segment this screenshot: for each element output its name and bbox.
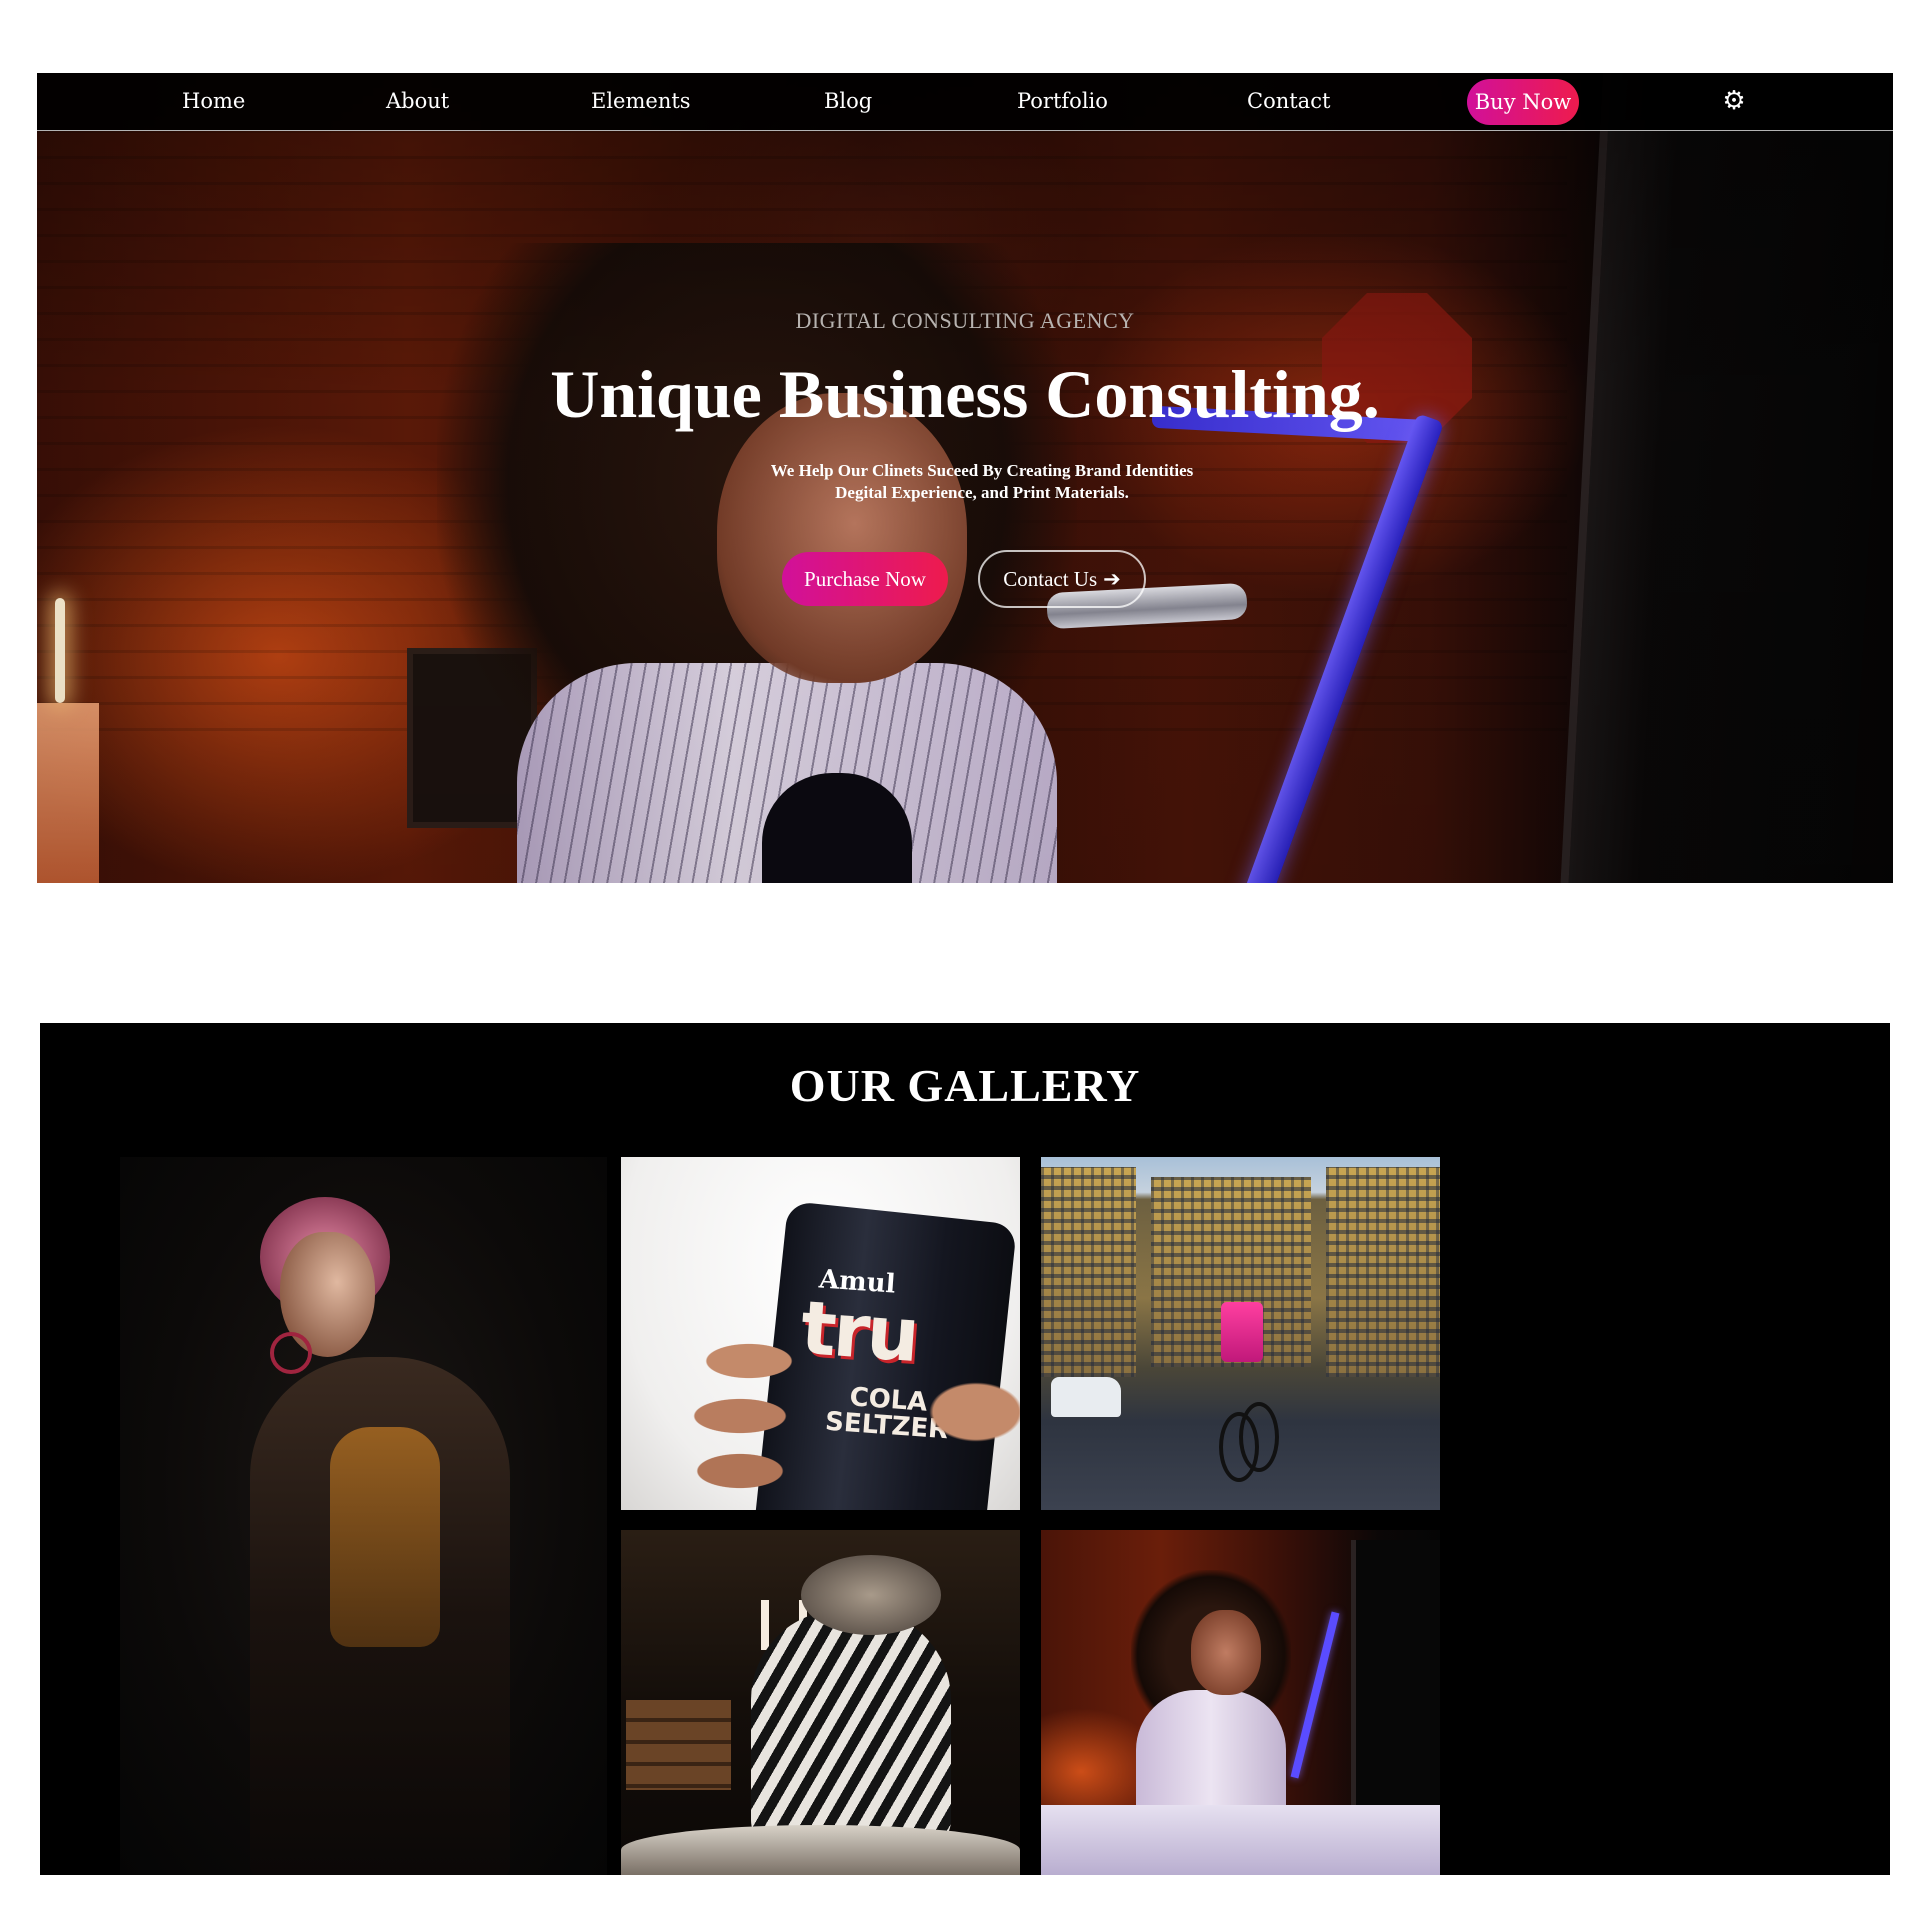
portrait-top xyxy=(330,1427,440,1647)
gallery-section: OUR GALLERY Amul tru COLA SELTZER xyxy=(40,1023,1890,1875)
nav-portfolio[interactable]: Portfolio xyxy=(1017,89,1108,113)
city-building-left xyxy=(1041,1167,1136,1377)
city-van xyxy=(1051,1377,1121,1417)
hero-title: Unique Business Consulting. xyxy=(550,356,1380,432)
contact-us-button[interactable]: Contact Us ➔ xyxy=(978,550,1146,608)
still-life-table xyxy=(621,1825,1020,1875)
cyclist-backpack xyxy=(1221,1302,1263,1362)
podcast-person-face xyxy=(1191,1610,1261,1695)
city-building-right xyxy=(1326,1167,1440,1377)
gear-icon[interactable]: ⚙ xyxy=(1717,84,1751,118)
podcast-monitor xyxy=(1351,1540,1440,1830)
nav-home[interactable]: Home xyxy=(182,89,245,113)
still-life-hat xyxy=(801,1555,941,1635)
portrait-earring xyxy=(270,1332,312,1374)
gallery-title: OUR GALLERY xyxy=(789,1060,1141,1111)
gallery-image-portrait[interactable] xyxy=(120,1157,607,1875)
top-navbar: Home About Elements Blog Portfolio Conta… xyxy=(37,73,1893,131)
gallery-image-cola-can[interactable]: Amul tru COLA SELTZER xyxy=(621,1157,1020,1510)
contact-us-label: Contact Us xyxy=(1003,566,1098,591)
hand-fingers xyxy=(641,1317,821,1510)
still-life-books xyxy=(626,1700,731,1790)
still-life-striped-figure xyxy=(751,1610,951,1850)
hero-subtitle-line-1: We Help Our Clinets Suceed By Creating B… xyxy=(770,461,1194,480)
buy-now-button[interactable]: Buy Now xyxy=(1467,79,1579,125)
nav-elements[interactable]: Elements xyxy=(591,89,691,113)
still-life-candle-1 xyxy=(761,1600,769,1650)
nav-about[interactable]: About xyxy=(386,89,449,113)
bike-wheel-front xyxy=(1239,1402,1279,1472)
hand-thumb xyxy=(921,1377,1020,1447)
gallery-image-podcast[interactable] xyxy=(1041,1530,1440,1875)
nav-contact[interactable]: Contact xyxy=(1247,89,1330,113)
podcast-mic-arm xyxy=(1290,1611,1340,1779)
nav-blog[interactable]: Blog xyxy=(824,89,872,113)
hero-subtitle: We Help Our Clinets Suceed By Creating B… xyxy=(687,460,1277,504)
gallery-image-city-cyclist[interactable] xyxy=(1041,1157,1440,1510)
hero-subtitle-line-2: Degital Experience, and Print Materials. xyxy=(835,483,1129,502)
purchase-now-button[interactable]: Purchase Now xyxy=(782,552,948,606)
arrow-right-icon: ➔ xyxy=(1103,566,1121,591)
gallery-image-still-life[interactable] xyxy=(621,1530,1020,1875)
hero-section: Home About Elements Blog Portfolio Conta… xyxy=(37,73,1893,883)
hero-eyebrow: DIGITAL CONSULTING AGENCY xyxy=(795,308,1135,333)
podcast-desk xyxy=(1041,1805,1440,1875)
